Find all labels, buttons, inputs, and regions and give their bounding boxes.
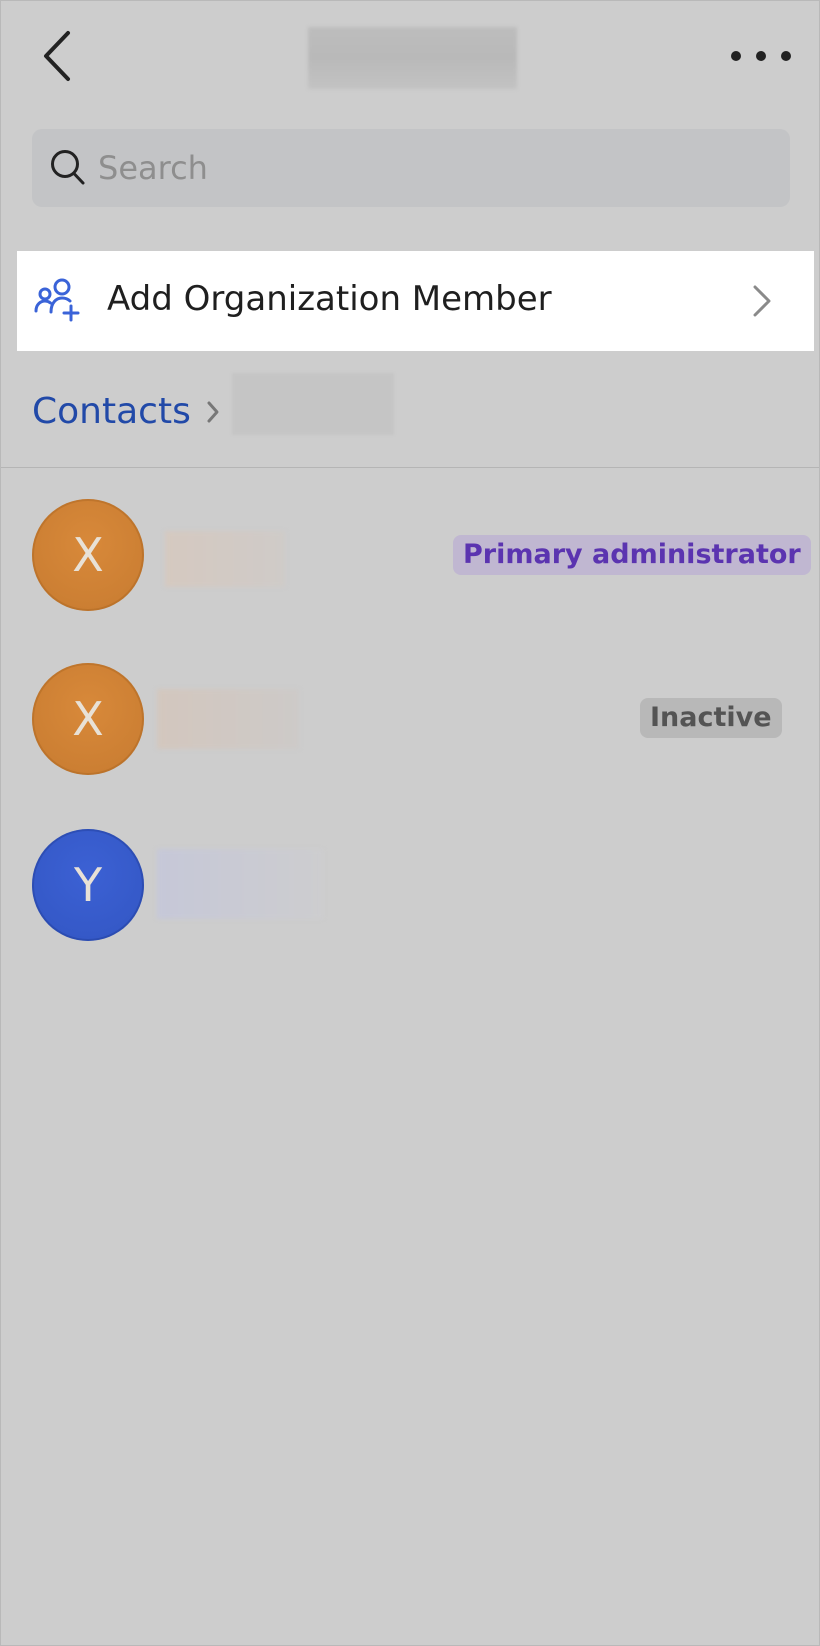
chevron-right-icon xyxy=(753,285,771,317)
member-row[interactable]: X Inactive xyxy=(1,663,819,775)
member-row[interactable]: Y xyxy=(1,829,819,941)
member-name-redacted xyxy=(157,689,299,749)
search-bar[interactable] xyxy=(32,129,790,207)
add-organization-member-label: Add Organization Member xyxy=(107,279,552,319)
more-options-button[interactable] xyxy=(731,39,791,73)
avatar-initial: Y xyxy=(73,858,103,912)
add-user-group-icon xyxy=(34,278,80,322)
avatar: X xyxy=(32,663,144,775)
search-input[interactable] xyxy=(96,148,700,188)
role-badge: Primary administrator xyxy=(453,535,811,575)
app-screen: Add Organization Member Contacts X Prima… xyxy=(0,0,820,1646)
breadcrumb-current-redacted xyxy=(232,373,394,435)
member-name-redacted xyxy=(165,531,285,587)
back-button[interactable] xyxy=(37,27,77,85)
avatar: X xyxy=(32,499,144,611)
status-badge: Inactive xyxy=(640,698,782,738)
page-title-redacted xyxy=(308,27,517,89)
member-row[interactable]: X Primary administrator xyxy=(1,499,819,611)
divider xyxy=(1,467,819,468)
breadcrumb-separator-icon xyxy=(207,401,219,423)
avatar-initial: X xyxy=(72,692,104,746)
chevron-left-icon xyxy=(44,31,70,81)
add-organization-member-button[interactable]: Add Organization Member xyxy=(17,251,814,351)
member-name-redacted xyxy=(157,849,323,919)
more-horizontal-icon xyxy=(731,51,741,61)
avatar-initial: X xyxy=(72,528,104,582)
search-icon xyxy=(51,150,85,185)
avatar: Y xyxy=(32,829,144,941)
breadcrumb: Contacts xyxy=(32,371,394,441)
breadcrumb-contacts-link[interactable]: Contacts xyxy=(32,365,191,447)
